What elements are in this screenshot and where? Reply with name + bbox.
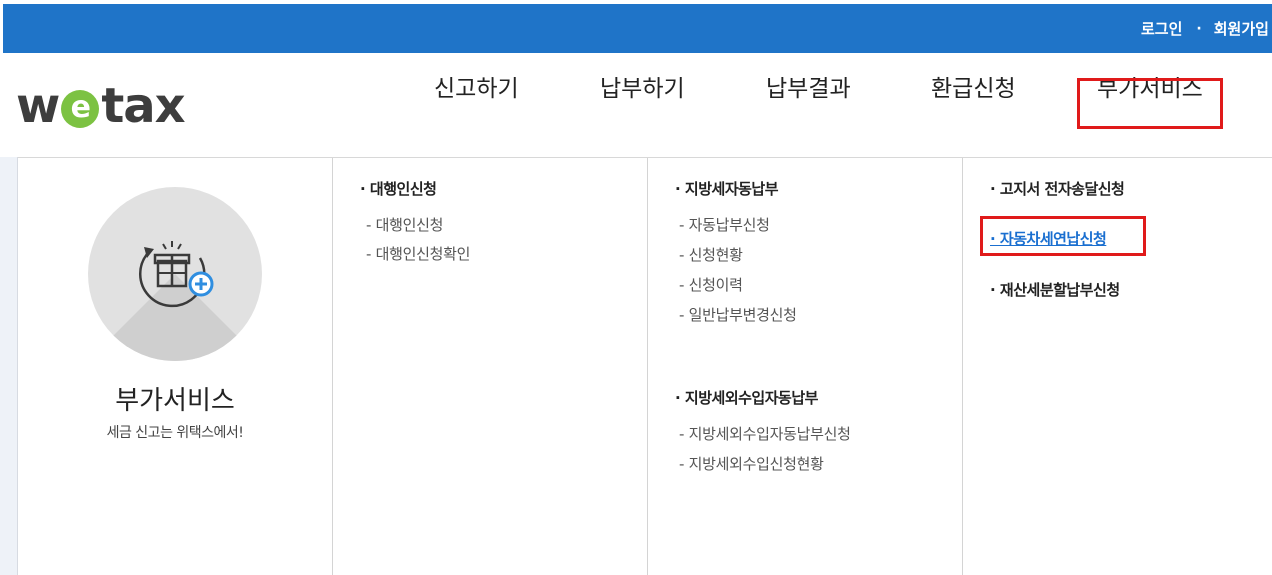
- gnb-payment-result[interactable]: 납부결과: [766, 69, 851, 103]
- signup-link[interactable]: 회원가입: [1214, 18, 1269, 39]
- logo-prefix: w: [16, 78, 60, 134]
- service-title: 부가서비스: [115, 386, 235, 416]
- logo-e-circle: e: [61, 90, 100, 128]
- utility-links: 로그인 · 회원가입: [1141, 4, 1269, 53]
- column-divider: [647, 158, 648, 575]
- gnb-highlight-box: [1077, 78, 1223, 129]
- e-bill-delivery-link[interactable]: · 고지서 전자송달신청: [990, 178, 1125, 199]
- logo-e-letter: e: [70, 90, 91, 125]
- gnb-payment[interactable]: 납부하기: [600, 69, 685, 103]
- auto-payment-section-title[interactable]: · 지방세자동납부: [675, 178, 779, 199]
- utility-separator: ·: [1196, 20, 1202, 37]
- login-link[interactable]: 로그인: [1141, 18, 1182, 39]
- non-tax-apply-status-link[interactable]: - 지방세외수입신청현황: [679, 453, 824, 474]
- auto-payment-apply-link[interactable]: - 자동납부신청: [679, 214, 770, 235]
- service-icon-circle: [88, 187, 262, 361]
- general-payment-change-link[interactable]: - 일반납부변경신청: [679, 304, 797, 325]
- gnb-report[interactable]: 신고하기: [434, 69, 519, 103]
- auto-payment-history-link[interactable]: - 신청이력: [679, 274, 743, 295]
- column-divider: [962, 158, 963, 575]
- logo-suffix: tax: [101, 78, 185, 134]
- non-tax-auto-payment-section-title[interactable]: · 지방세외수입자동납부: [675, 387, 818, 408]
- active-item-highlight-box: [980, 216, 1146, 256]
- service-subtitle: 세금 신고는 위택스에서!: [106, 425, 244, 441]
- non-tax-auto-payment-apply-link[interactable]: - 지방세외수입자동납부신청: [679, 423, 851, 444]
- agent-apply-link[interactable]: - 대행인신청: [366, 214, 443, 235]
- gnb-refund[interactable]: 환급신청: [931, 69, 1016, 103]
- wetax-logo[interactable]: w e tax: [16, 78, 186, 134]
- property-tax-installment-link[interactable]: · 재산세분할납부신청: [990, 279, 1120, 300]
- agent-apply-check-link[interactable]: - 대행인신청확인: [366, 243, 470, 264]
- top-utility-bar: 로그인 · 회원가입: [3, 4, 1272, 53]
- panel-left-strip: [0, 157, 18, 575]
- agent-section-title[interactable]: · 대행인신청: [360, 178, 437, 199]
- gift-box-icon: [138, 241, 214, 308]
- column-divider: [332, 158, 333, 575]
- auto-payment-status-link[interactable]: - 신청현황: [679, 244, 743, 265]
